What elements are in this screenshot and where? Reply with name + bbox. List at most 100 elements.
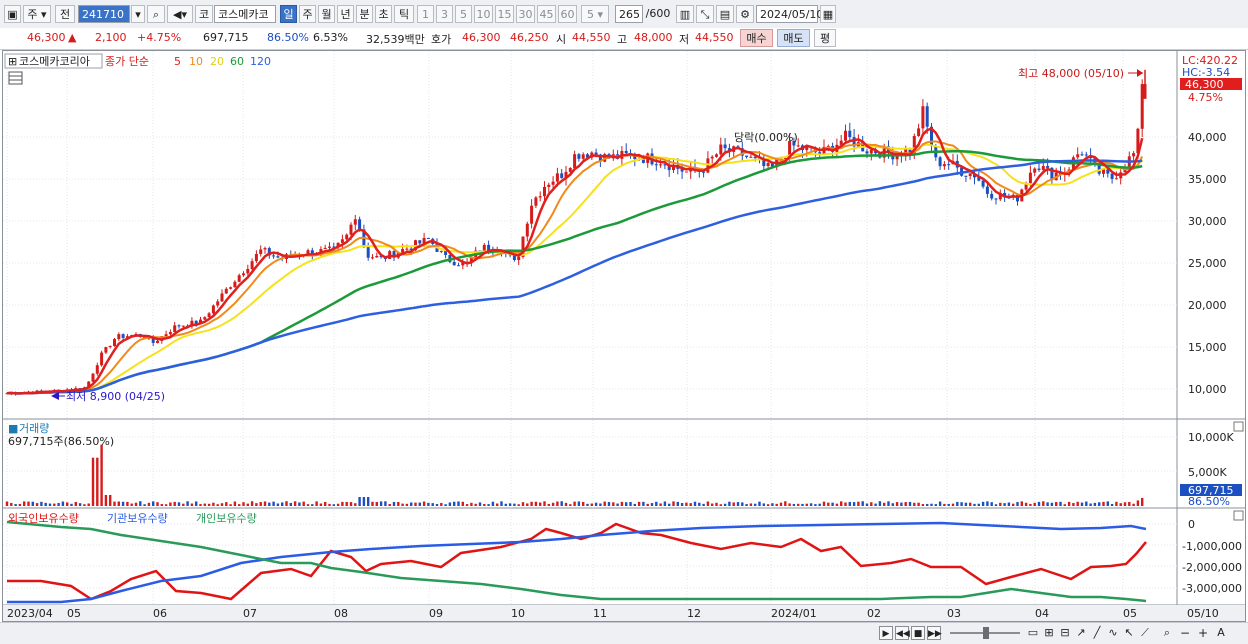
volume-bar <box>384 501 387 506</box>
current-price: 46,300 <box>27 31 66 44</box>
volume-bar <box>233 501 237 506</box>
play-icon[interactable]: ▶ <box>879 626 893 640</box>
interval-45[interactable]: 45 <box>537 5 556 23</box>
period-year[interactable]: 년 <box>337 5 354 23</box>
cursor-tool-icon[interactable]: ↖ <box>1122 626 1136 640</box>
period-week[interactable]: 주 <box>299 5 316 23</box>
period-minute[interactable]: 분 <box>356 5 373 23</box>
period-tick[interactable]: 틱 <box>394 5 414 23</box>
period-day[interactable]: 일 <box>280 5 297 23</box>
legend-ma20: 20 <box>210 55 224 68</box>
volume-bar <box>1128 501 1131 506</box>
volume-bar <box>104 494 108 506</box>
date-input[interactable]: 2024/05/10 <box>756 5 823 23</box>
volume-bar <box>91 457 95 506</box>
interval-3[interactable]: 3 <box>436 5 453 23</box>
code-type-button[interactable]: 코 <box>195 5 213 23</box>
price-tick: 25,000 <box>1188 257 1227 270</box>
layout-icon[interactable]: ▭ <box>1026 626 1040 640</box>
volume-bar <box>414 502 417 506</box>
speaker-icon[interactable]: ◀▾ <box>167 5 193 23</box>
volume-bar <box>805 503 808 506</box>
grid-icon[interactable]: ⊞ <box>1042 626 1056 640</box>
volume-bar <box>371 501 374 506</box>
split-icon[interactable]: ⊟ <box>1058 626 1072 640</box>
candle-body <box>534 197 538 206</box>
calendar-icon[interactable]: ▦ <box>820 5 836 23</box>
zoom-slider-handle[interactable] <box>983 627 989 639</box>
table-icon[interactable] <box>8 71 23 85</box>
draw-icon[interactable]: ⤡ <box>696 5 714 23</box>
interval-1[interactable]: 1 <box>417 5 434 23</box>
prev-button[interactable]: 전 <box>55 5 75 23</box>
rewind-icon[interactable]: ◀◀ <box>895 626 910 640</box>
chart-area[interactable]: ⊞ 코스메카코리아 종가 단순 5 10 20 60 120 최고 48,000… <box>2 50 1246 622</box>
interval-30[interactable]: 30 <box>516 5 535 23</box>
buy-button[interactable]: 매수 <box>740 29 773 47</box>
low-annotation: 최저 8,900 (04/25) <box>66 390 165 403</box>
candle-body <box>220 293 224 302</box>
volume-bar <box>930 503 933 506</box>
close-icon[interactable] <box>1233 421 1244 432</box>
zoom-in-icon[interactable]: + <box>1196 626 1210 640</box>
volume-bar <box>401 503 404 506</box>
volume-bar <box>190 503 194 506</box>
count-input[interactable]: 265 <box>615 5 643 23</box>
search-icon[interactable]: ⌕ <box>1160 626 1174 640</box>
volume-bar <box>680 503 684 506</box>
candle-body <box>1028 172 1032 184</box>
save-icon[interactable]: ▤ <box>716 5 734 23</box>
volume-bar <box>844 502 847 506</box>
holding-legend-institution: 기관보유수량 <box>107 512 168 525</box>
volume-bar <box>66 502 69 506</box>
price-tick: 30,000 <box>1188 215 1227 228</box>
search-icon[interactable]: ⌕ <box>147 5 165 23</box>
volume-bar <box>362 497 366 506</box>
code-input[interactable]: 241710 <box>78 5 130 23</box>
volume-bar <box>268 502 271 506</box>
volume-bar <box>152 501 155 506</box>
market-select[interactable]: 주 ▾ <box>23 5 51 23</box>
chart-svg[interactable]: ⊞ 코스메카코리아 종가 단순 5 10 20 60 120 최고 48,000… <box>3 51 1245 621</box>
price-tick: 15,000 <box>1188 341 1227 354</box>
interval-15[interactable]: 15 <box>495 5 514 23</box>
line-tool-icon[interactable]: ╱ <box>1090 626 1104 640</box>
forward-icon[interactable]: ▶▶ <box>927 626 942 640</box>
volume-bar <box>1063 504 1066 506</box>
font-size-icon[interactable]: A <box>1214 626 1228 640</box>
trend-tool-icon[interactable]: ↗ <box>1074 626 1088 640</box>
candle-body <box>723 144 727 149</box>
chevron-down-icon[interactable]: ▾ <box>131 5 145 23</box>
volume-bar <box>964 502 968 506</box>
wave-tool-icon[interactable]: ∿ <box>1106 626 1120 640</box>
price-tick: 20,000 <box>1188 299 1227 312</box>
period-second[interactable]: 초 <box>375 5 392 23</box>
volume-bar <box>758 501 761 506</box>
interval-10[interactable]: 10 <box>474 5 493 23</box>
period-month[interactable]: 월 <box>318 5 335 23</box>
candle-body <box>418 240 422 244</box>
extra-button[interactable]: 평 <box>814 29 836 47</box>
close-icon[interactable] <box>1233 510 1244 521</box>
measure-tool-icon[interactable]: ⟋ <box>1138 626 1152 640</box>
candle-body <box>375 256 379 258</box>
chart-menu-icon[interactable]: ▣ <box>4 5 21 23</box>
volume-bar <box>1085 501 1088 506</box>
gear-icon[interactable]: ⚙ <box>736 5 754 23</box>
sell-button[interactable]: 매도 <box>777 29 810 47</box>
volume-bar <box>216 504 219 506</box>
volume-bar <box>444 504 447 506</box>
volume-bar <box>255 503 258 506</box>
volume-bar <box>375 501 378 506</box>
volume-bar <box>78 503 82 506</box>
legend-close-type: 종가 단순 <box>105 55 149 68</box>
zoom-out-icon[interactable]: − <box>1178 626 1192 640</box>
stop-icon[interactable]: ■ <box>911 626 925 640</box>
interval-select[interactable]: 5 ▾ <box>581 5 609 23</box>
candle-body <box>177 325 181 327</box>
interval-5[interactable]: 5 <box>455 5 472 23</box>
chart-tool-icon[interactable]: ▥ <box>676 5 694 23</box>
volume-bar <box>461 501 464 506</box>
interval-60[interactable]: 60 <box>558 5 577 23</box>
stock-name-field[interactable]: 코스메카코 <box>214 5 276 23</box>
